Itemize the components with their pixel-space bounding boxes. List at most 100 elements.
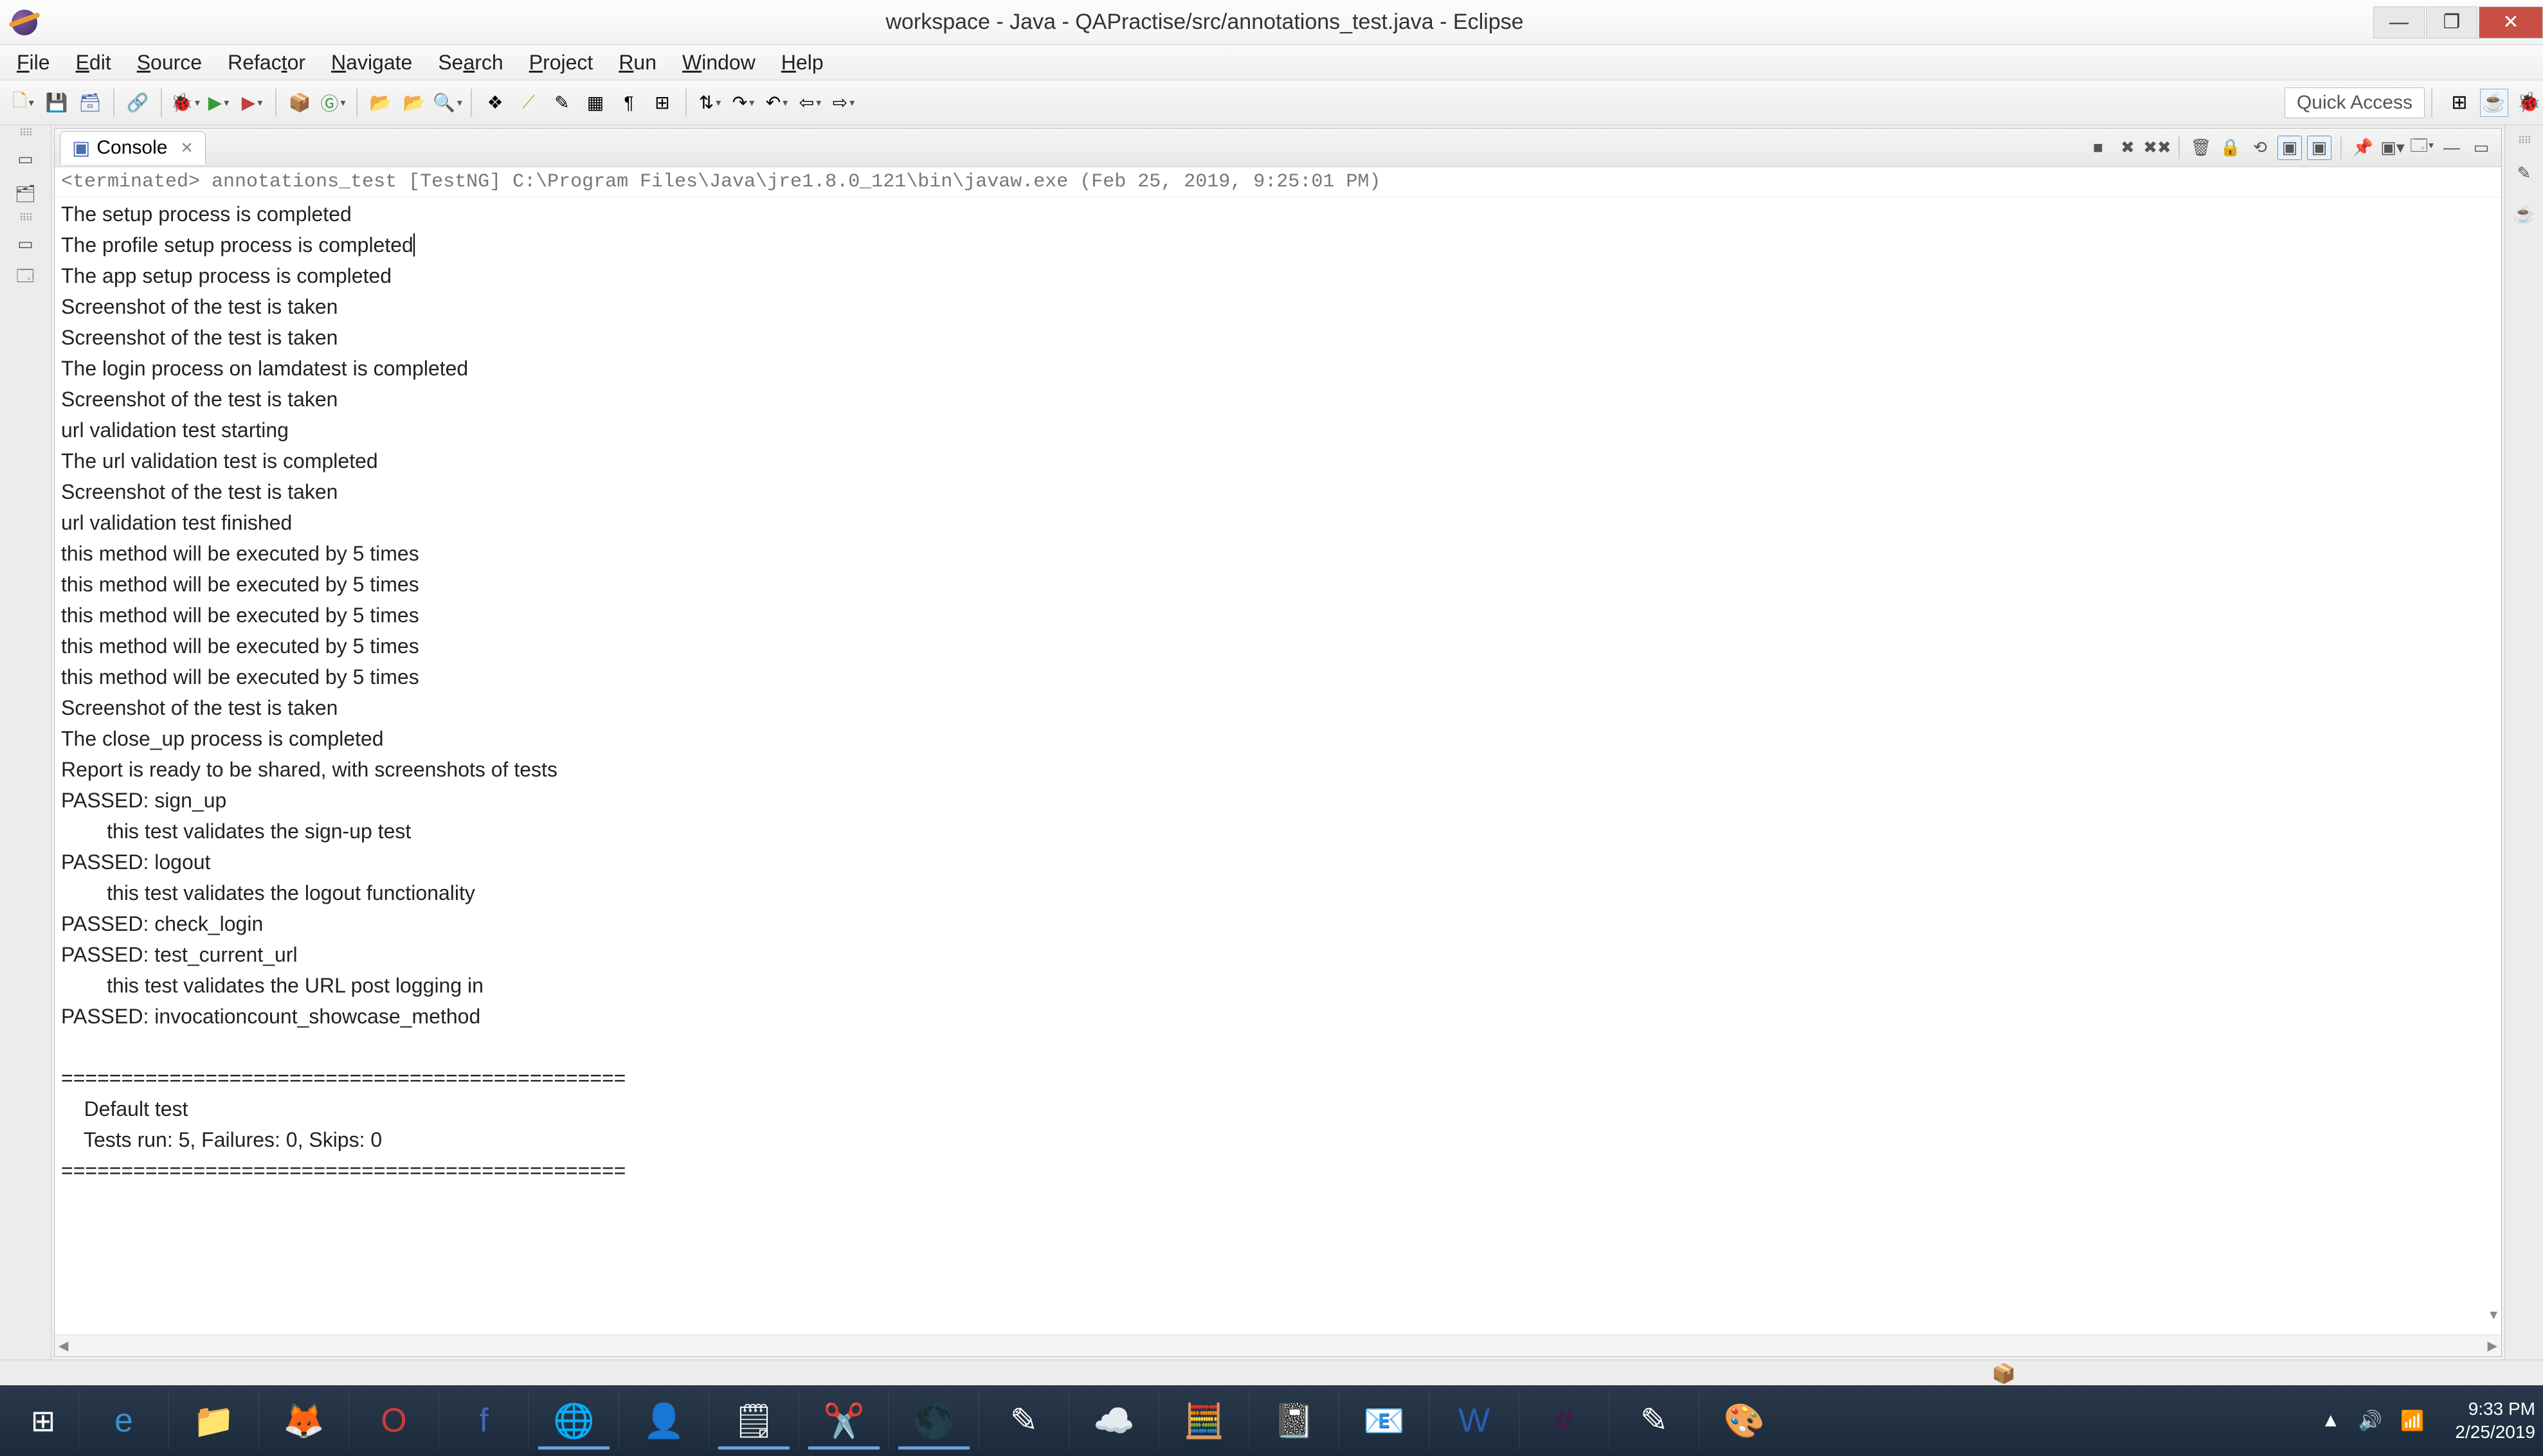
next-annotation-button[interactable]: ↷ <box>730 90 756 116</box>
debug-button[interactable]: 🐞 <box>172 90 198 116</box>
back-button[interactable]: ⇦ <box>797 90 823 116</box>
task-firefox[interactable]: 🦊 <box>258 1392 348 1450</box>
remove-launch-button[interactable]: ✖ <box>2115 136 2140 160</box>
run-last-button[interactable]: ▶ <box>239 90 265 116</box>
task-slack[interactable]: # <box>1519 1392 1609 1450</box>
main-area: ⠿⠿ ▭ 🗂 ⠿⠿ ▭ 🗔 ▣ Console ✕ ■ ✖ ✖✖ 🗑 🔒 ⟲ ▣… <box>0 125 2543 1360</box>
open-console-button[interactable]: 🗔▾ <box>2410 136 2434 160</box>
console-view: ▣ Console ✕ ■ ✖ ✖✖ 🗑 🔒 ⟲ ▣ ▣ 📌 ▣▾ 🗔▾ — ▭ <box>54 128 2502 1357</box>
task-list-icon[interactable]: ✎ <box>2510 160 2538 186</box>
menu-file[interactable]: File <box>4 47 63 78</box>
close-tab-icon[interactable]: ✕ <box>180 139 193 157</box>
quick-access-input[interactable]: Quick Access <box>2285 87 2425 118</box>
search-button[interactable]: 🔍 <box>435 90 460 116</box>
task-word[interactable]: W <box>1429 1392 1519 1450</box>
menu-edit[interactable]: Edit <box>63 47 124 78</box>
terminate-button[interactable]: ■ <box>2086 136 2110 160</box>
pin-console-button[interactable]: 📌 <box>2351 136 2375 160</box>
updates-available-icon[interactable]: 📦 <box>1992 1363 2016 1385</box>
task-facebook[interactable]: f <box>439 1392 529 1450</box>
console-output[interactable]: The setup process is completed The profi… <box>55 197 2501 1335</box>
scroll-lock-button[interactable]: 🔒 <box>2218 136 2243 160</box>
scroll-down-icon[interactable]: ▼ <box>2487 1300 2500 1331</box>
restore-view-icon[interactable]: ▭ <box>12 231 40 256</box>
package-explorer-icon[interactable]: 🗂 <box>12 181 40 206</box>
skip-breakpoints-button[interactable]: ⟋ <box>516 90 541 116</box>
trim-handle[interactable]: ⠿⠿ <box>2515 138 2534 145</box>
toggle-block-button[interactable]: ▦ <box>583 90 608 116</box>
trim-handle[interactable]: ⠿⠿ <box>16 130 35 137</box>
minimize-view-button[interactable]: — <box>2439 136 2464 160</box>
mark-occurrences-button[interactable]: ✎ <box>549 90 575 116</box>
start-button[interactable]: ⊞ <box>8 1395 78 1446</box>
task-opera[interactable]: O <box>348 1392 439 1450</box>
maximize-button[interactable]: ❐ <box>2426 6 2477 39</box>
prev-annotation-button[interactable]: ↶ <box>764 90 790 116</box>
open-task-button[interactable]: 📂 <box>401 90 427 116</box>
task-onenote[interactable]: 📓 <box>1249 1392 1339 1450</box>
outline-view-icon[interactable]: 🗔 <box>12 265 40 291</box>
word-wrap-button[interactable]: ⟲ <box>2248 136 2272 160</box>
menu-project[interactable]: Project <box>516 47 606 78</box>
task-notes[interactable]: 🗒 <box>709 1392 799 1450</box>
tray-volume-icon[interactable]: 🔊 <box>2358 1410 2382 1432</box>
horizontal-scrollbar[interactable] <box>55 1335 2501 1356</box>
separator <box>113 89 114 117</box>
toggle-breadcrumb-button[interactable]: ❖ <box>482 90 508 116</box>
task-ie[interactable]: e <box>78 1392 168 1450</box>
new-type-button[interactable]: Ⓖ <box>320 90 346 116</box>
outline-icon[interactable]: ☕ <box>2510 201 2538 227</box>
run-button[interactable]: ▶ <box>206 90 231 116</box>
remove-all-button[interactable]: ✖✖ <box>2145 136 2169 160</box>
task-outlook[interactable]: 📧 <box>1339 1392 1429 1450</box>
minimize-button[interactable]: — <box>2373 6 2425 39</box>
task-onedrive[interactable]: ☁️ <box>1069 1392 1159 1450</box>
open-type-button[interactable]: 📂 <box>368 90 394 116</box>
clock-time: 9:33 PM <box>2455 1398 2535 1421</box>
java-perspective-button[interactable]: ☕ <box>2480 89 2508 117</box>
menu-source[interactable]: Source <box>124 47 215 78</box>
menu-help[interactable]: Help <box>768 47 837 78</box>
save-button[interactable]: 💾 <box>44 90 69 116</box>
menu-window[interactable]: Window <box>669 47 768 78</box>
task-app2[interactable]: ✎ <box>1609 1392 1699 1450</box>
menu-search[interactable]: Search <box>425 47 516 78</box>
menu-refactor[interactable]: Refactor <box>215 47 318 78</box>
show-whitespace-button[interactable]: ¶ <box>616 90 642 116</box>
task-app1[interactable]: ✎ <box>979 1392 1069 1450</box>
status-bar: 📦 <box>0 1360 2543 1385</box>
restore-view-icon[interactable]: ▭ <box>12 146 40 172</box>
tab-console[interactable]: ▣ Console ✕ <box>60 131 206 165</box>
separator <box>2431 89 2432 117</box>
clock-date: 2/25/2019 <box>2455 1421 2535 1444</box>
task-jenkins[interactable]: 👤 <box>619 1392 709 1450</box>
task-eclipse[interactable]: 🌑 <box>889 1392 979 1450</box>
new-package-button[interactable]: 📦 <box>287 90 312 116</box>
task-chrome[interactable]: 🌐 <box>529 1392 619 1450</box>
annotation-nav-button[interactable]: ⇅ <box>697 90 723 116</box>
forward-button[interactable]: ⇨ <box>831 90 856 116</box>
task-calc[interactable]: 🧮 <box>1159 1392 1249 1450</box>
task-explorer[interactable]: 📁 <box>168 1392 258 1450</box>
link-editor-button[interactable]: 🔗 <box>125 90 150 116</box>
show-on-err-button[interactable]: ▣ <box>2307 136 2331 160</box>
display-console-button[interactable]: ▣▾ <box>2380 136 2405 160</box>
open-perspective-button[interactable]: ⊞ <box>2445 89 2474 117</box>
trim-handle[interactable]: ⠿⠿ <box>16 215 35 222</box>
tray-network-icon[interactable]: 📶 <box>2400 1410 2424 1432</box>
menu-navigate[interactable]: Navigate <box>318 47 425 78</box>
task-paint[interactable]: 🎨 <box>1699 1392 1789 1450</box>
new-button[interactable]: 🗋 <box>10 90 36 116</box>
separator <box>471 89 472 117</box>
menu-run[interactable]: Run <box>606 47 669 78</box>
clear-console-button[interactable]: 🗑 <box>2189 136 2213 160</box>
maximize-view-button[interactable]: ▭ <box>2469 136 2493 160</box>
close-button[interactable]: ✕ <box>2479 6 2543 39</box>
debug-perspective-button[interactable]: 🐞 <box>2515 89 2543 117</box>
clock[interactable]: 9:33 PM 2/25/2019 <box>2442 1398 2535 1444</box>
task-snip[interactable]: ✂️ <box>799 1392 889 1450</box>
tray-expand-icon[interactable]: ▲ <box>2321 1410 2340 1432</box>
save-all-button[interactable]: 🗃 <box>77 90 103 116</box>
toggle-word-wrap-button[interactable]: ⊞ <box>649 90 675 116</box>
show-on-out-button[interactable]: ▣ <box>2277 136 2302 160</box>
